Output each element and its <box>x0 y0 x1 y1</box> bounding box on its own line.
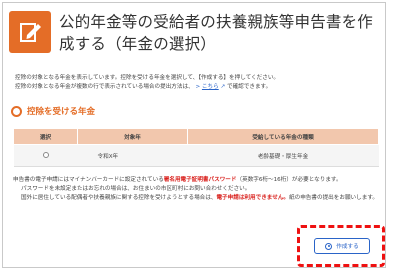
select-cell <box>13 144 78 167</box>
external-link-icon: ↗ <box>220 84 226 90</box>
note-1-text-end: （英数字6桁〜16桁）が必要となります。 <box>236 177 342 183</box>
header-select: 選択 <box>13 128 78 145</box>
notes-block: 申告書の電子申請にはマイナンバーカードに設定されている署名用電子証明書パスワード… <box>13 176 383 203</box>
intro-line-2-suffix: で確認できます。 <box>226 84 272 90</box>
table-header-row: 選択 対象年 受給している年金の種類 <box>13 128 379 145</box>
intro-line-1: 控除の対象となる年金を表示しています。控除を受ける年金を選択して、【作成する】を… <box>15 75 280 81</box>
note-3: 国外に居住している配偶者や扶養親族に関する控除を受けようとする場合は、電子申請は… <box>13 194 383 203</box>
note-3-emphasis: 電子申請は利用できません。 <box>216 195 290 202</box>
intro-line-2-prefix: 控除の対象となる年金が複数の行で表示されている場合の提出方法は、 <box>15 84 194 90</box>
note-3-text-end: 紙の申告書の提出をお願いします。 <box>289 195 378 202</box>
details-link[interactable]: こちら <box>202 84 219 90</box>
note-2: パスワードを未設定またはお忘れの場合は、お住まいの市区町村にお問い合わせください… <box>21 186 251 193</box>
note-1-emphasis: 署名用電子証明書パスワード <box>163 177 237 183</box>
header-pension-type: 受給している年金の種類 <box>187 128 379 145</box>
section-bullet-icon <box>11 105 22 117</box>
intro-text: 控除の対象となる年金を表示しています。控除を受ける年金を選択して、【作成する】を… <box>15 74 383 92</box>
pension-table: 選択 対象年 受給している年金の種類 令和X年 老齢基礎・厚生年金 <box>13 128 379 167</box>
note-3-text: 国外に居住している配偶者や扶養親族に関する控除を受けようとする場合は、 <box>21 195 217 202</box>
select-radio[interactable] <box>42 152 49 159</box>
page-title: 公的年金等の受給者の扶養親族等申告書を作成する（年金の選択） <box>59 13 374 53</box>
edit-document-icon <box>9 11 51 53</box>
section-header: 控除を受ける年金 <box>11 104 381 118</box>
section-title: 控除を受ける年金 <box>27 107 96 117</box>
year-cell: 令和X年 <box>77 144 188 167</box>
page-header: 公的年金等の受給者の扶養親族等申告書を作成する（年金の選択） <box>9 11 379 61</box>
highlight-box <box>297 225 385 267</box>
intro-line-2: 控除の対象となる年金が複数の行で表示されている場合の提出方法は、 > こちら ↗… <box>15 83 383 92</box>
table-row[interactable]: 令和X年 老齢基礎・厚生年金 <box>13 144 379 167</box>
pension-type-cell: 老齢基礎・厚生年金 <box>187 144 379 167</box>
link-chevron-icon: > <box>195 84 201 90</box>
header-year: 対象年 <box>77 128 188 145</box>
note-1-text: 申告書の電子申請にはマイナンバーカードに設定されている <box>13 177 164 183</box>
note-1: 申告書の電子申請にはマイナンバーカードに設定されている署名用電子証明書パスワード… <box>13 176 383 185</box>
